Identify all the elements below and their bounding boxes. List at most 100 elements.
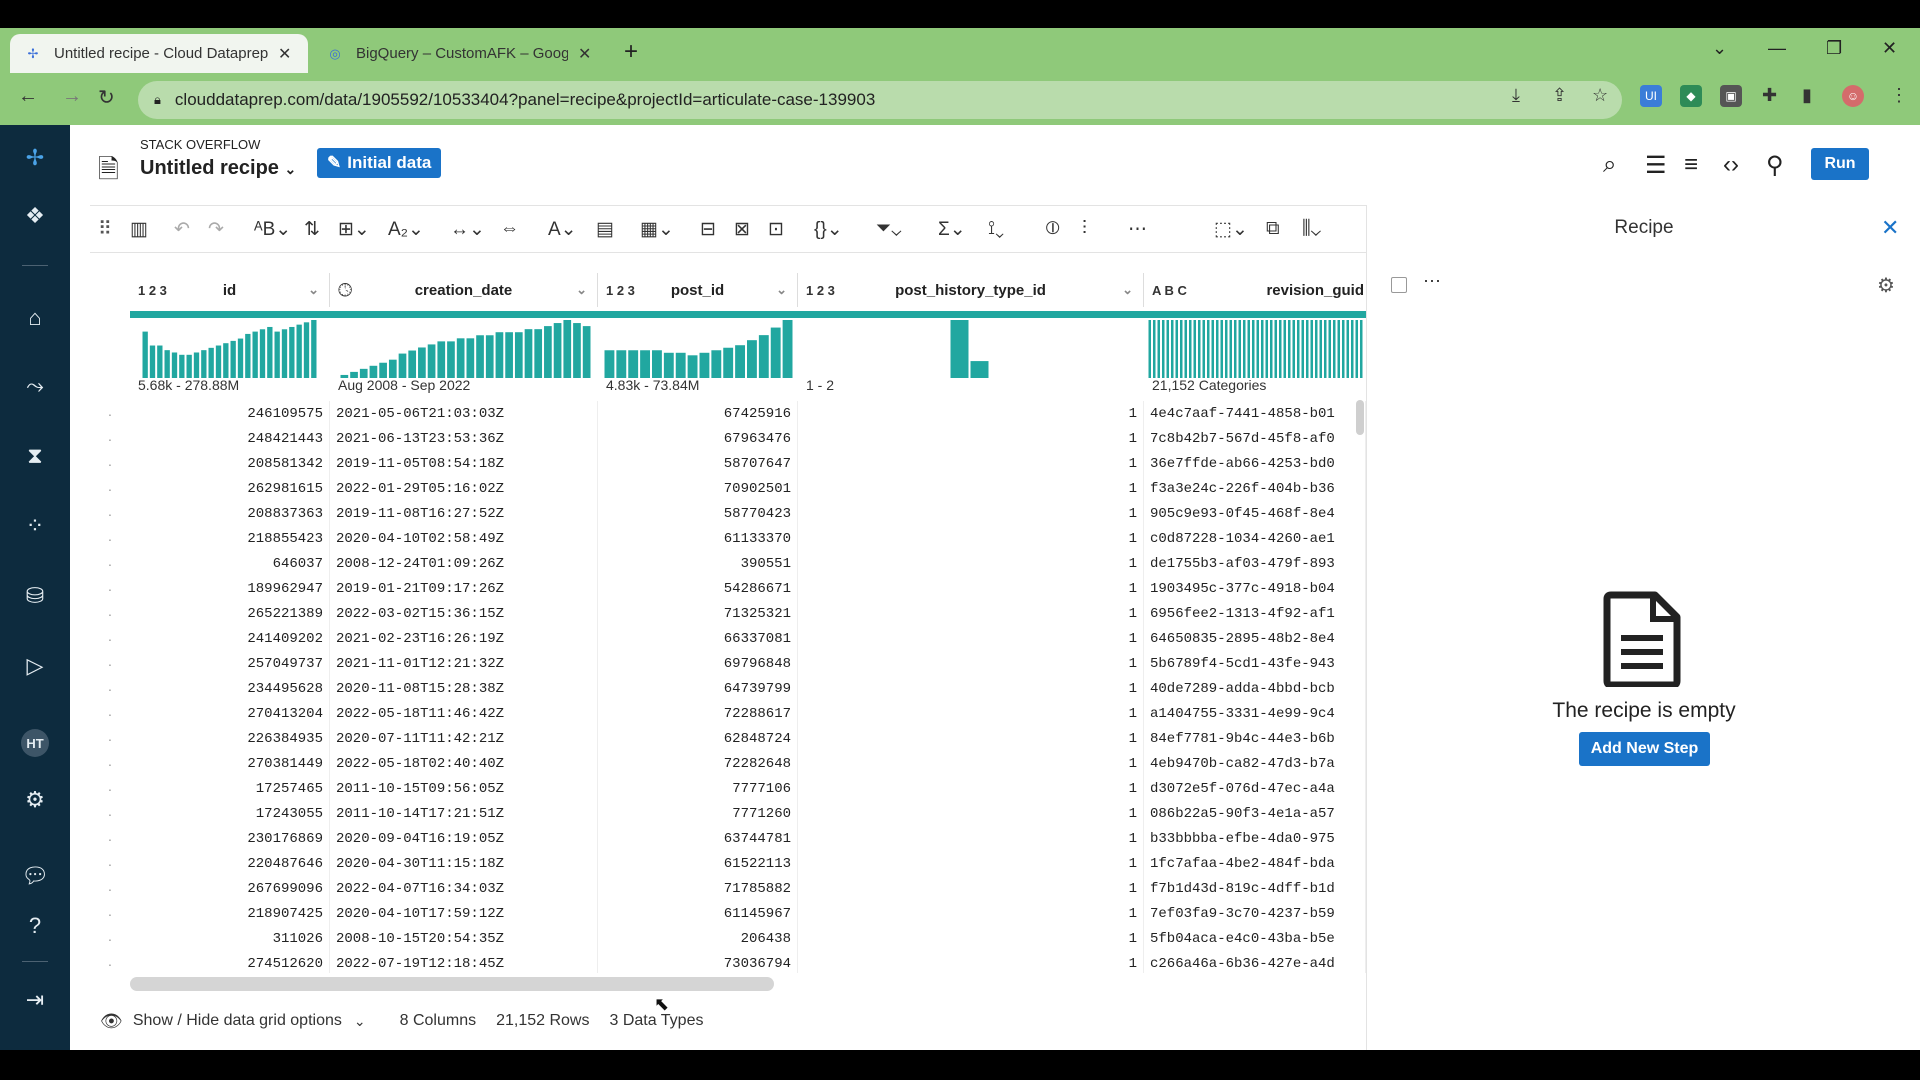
cell-revision-guid[interactable]: c0d87228-1034-4260-ae1 xyxy=(1144,526,1366,551)
tab-bigquery[interactable]: ◎ BigQuery – CustomAFK – Google Cloud ✕ xyxy=(312,34,608,73)
cell-revision-guid[interactable]: 7ef03fa9-3c70-4237-b59 xyxy=(1144,901,1366,926)
chevron-down-icon[interactable]: ⌄ xyxy=(354,1013,366,1030)
column-menu-chevron-icon[interactable]: ⌄ xyxy=(308,282,319,298)
histogram-bar[interactable] xyxy=(616,350,627,378)
sort-icon[interactable]: ⇅ xyxy=(304,218,320,241)
lookup-icon[interactable]: ⧉ xyxy=(1266,218,1280,240)
change-type-icon[interactable]: ᴬB⌄ xyxy=(254,218,291,241)
cell-post-id[interactable]: 71785882 xyxy=(598,876,798,901)
histogram-bar[interactable] xyxy=(1243,320,1246,378)
histogram-bar[interactable] xyxy=(1333,320,1336,378)
table-row[interactable]: · 208581342 2019-11-05T08:54:18Z 58707647 1 3… xyxy=(90,451,1366,476)
histogram-bar[interactable] xyxy=(1324,320,1327,378)
cell-revision-guid[interactable]: 5b6789f4-5cd1-43fe-943 xyxy=(1144,651,1366,676)
histogram-bar[interactable] xyxy=(505,332,513,378)
dataprep-brand-icon[interactable]: ❖ xyxy=(20,201,50,231)
cell-revision-guid[interactable]: f3a3e24c-226f-404b-b36 xyxy=(1144,476,1366,501)
eye-icon[interactable]: 👁︎ xyxy=(100,1011,123,1032)
histogram-bar[interactable] xyxy=(230,340,236,378)
table-row[interactable]: · 17257465 2011-10-15T09:56:05Z 7777106 1 d30… xyxy=(90,776,1366,801)
column-menu-chevron-icon[interactable]: ⌄ xyxy=(1122,282,1133,298)
table-row[interactable]: · 17243055 2011-10-14T17:21:51Z 7771260 1 086… xyxy=(90,801,1366,826)
histogram-bar[interactable] xyxy=(157,345,163,378)
cell-id[interactable]: 270381449 xyxy=(130,751,330,776)
cell-id[interactable]: 234495628 xyxy=(130,676,330,701)
histogram-bar[interactable] xyxy=(1180,320,1183,378)
histogram-bar[interactable] xyxy=(1328,320,1332,378)
histogram-bar[interactable] xyxy=(1270,320,1273,378)
cell-post-history-type-id[interactable]: 1 xyxy=(798,876,1144,901)
histogram-bar[interactable] xyxy=(723,347,734,378)
cell-post-id[interactable]: 62848724 xyxy=(598,726,798,751)
font-icon[interactable]: A⌄ xyxy=(548,218,577,241)
histogram-bar[interactable] xyxy=(1360,320,1363,378)
table-row[interactable]: · 270413204 2022-05-18T11:46:42Z 72288617 1 a… xyxy=(90,701,1366,726)
histogram-bar[interactable] xyxy=(524,329,533,378)
database-icon[interactable]: ⛁ xyxy=(20,581,50,611)
cell-post-id[interactable]: 73036794 xyxy=(598,951,798,973)
cell-creation-date[interactable]: 2022-03-02T15:36:15Z xyxy=(330,601,598,626)
histogram-bar[interactable] xyxy=(582,326,591,378)
recipe-name[interactable]: Untitled recipe ⌄ xyxy=(140,157,296,180)
cell-post-id[interactable]: 54286671 xyxy=(598,576,798,601)
cell-id[interactable]: 262981615 xyxy=(130,476,330,501)
tab-close-icon[interactable]: ✕ xyxy=(578,44,591,64)
table-row[interactable]: · 241409202 2021-02-23T16:26:19Z 66337081 1 6… xyxy=(90,626,1366,651)
cell-post-history-type-id[interactable]: 1 xyxy=(798,676,1144,701)
browser-menu-icon[interactable]: ⋮ xyxy=(1890,85,1908,106)
table-row[interactable]: · 246109575 2021-05-06T21:03:03Z 67425916 1 4… xyxy=(90,401,1366,426)
cell-post-id[interactable]: 72288617 xyxy=(598,701,798,726)
cell-post-id[interactable]: 58707647 xyxy=(598,451,798,476)
histogram-bar[interactable] xyxy=(1220,320,1224,378)
minimize-icon[interactable]: — xyxy=(1768,38,1786,59)
plans-icon[interactable]: ⧗ xyxy=(20,441,50,471)
histogram-bar[interactable] xyxy=(418,347,426,378)
integer-type-icon[interactable]: 1 2 3 xyxy=(606,283,635,298)
histogram-bar[interactable] xyxy=(476,335,484,378)
cell-revision-guid[interactable]: c266a46a-6b36-427e-a4d xyxy=(1144,951,1366,973)
add-new-step-button[interactable]: Add New Step xyxy=(1579,732,1710,766)
reload-icon[interactable]: ↻ xyxy=(98,85,115,110)
histogram-bar[interactable] xyxy=(495,332,504,378)
histogram-bar[interactable] xyxy=(311,320,317,378)
integer-type-icon[interactable]: 1 2 3 xyxy=(806,283,835,298)
library-grid-icon[interactable]: ⁘ xyxy=(20,511,50,541)
histogram-bar[interactable] xyxy=(1342,320,1345,378)
cell-post-history-type-id[interactable]: 1 xyxy=(798,501,1144,526)
table-row[interactable]: · 218855423 2020-04-10T02:58:49Z 61133370 1 c… xyxy=(90,526,1366,551)
histogram-bar[interactable] xyxy=(149,345,156,378)
histogram-bar[interactable] xyxy=(259,329,266,378)
cell-id[interactable]: 267699096 xyxy=(130,876,330,901)
histogram-bar[interactable] xyxy=(1355,320,1359,378)
table-row[interactable]: · 262981615 2022-01-29T05:16:02Z 70902501 1 f… xyxy=(90,476,1366,501)
cell-post-history-type-id[interactable]: 1 xyxy=(798,726,1144,751)
jobs-play-icon[interactable]: ▷ xyxy=(20,651,50,681)
histogram-bar[interactable] xyxy=(1265,320,1269,378)
table-row[interactable]: · 226384935 2020-07-11T11:42:21Z 62848724 1 8… xyxy=(90,726,1366,751)
histogram-creation-date[interactable] xyxy=(340,318,592,378)
restore-icon[interactable]: ❐ xyxy=(1826,38,1842,59)
cell-post-id[interactable]: 61522113 xyxy=(598,851,798,876)
cell-post-id[interactable]: 63744781 xyxy=(598,826,798,851)
histogram-bar[interactable] xyxy=(1157,320,1161,378)
cell-post-history-type-id[interactable]: 1 xyxy=(798,576,1144,601)
histogram-id[interactable] xyxy=(142,318,318,378)
cell-creation-date[interactable]: 2021-02-23T16:26:19Z xyxy=(330,626,598,651)
cell-id[interactable]: 248421443 xyxy=(130,426,330,451)
histogram-bar[interactable] xyxy=(1202,320,1206,378)
search-icon[interactable]: ⌕ xyxy=(1603,151,1616,179)
histogram-bar[interactable] xyxy=(514,332,523,378)
table-row[interactable]: · 248421443 2021-06-13T23:53:36Z 67963476 1 7… xyxy=(90,426,1366,451)
cell-post-history-type-id[interactable]: 1 xyxy=(798,601,1144,626)
restructure-icon[interactable]: ▦⌄ xyxy=(640,218,674,241)
histogram-bar[interactable] xyxy=(1297,320,1300,378)
histogram-bar[interactable] xyxy=(1229,320,1233,378)
cell-revision-guid[interactable]: 40de7289-adda-4bbd-bcb xyxy=(1144,676,1366,701)
histogram-bar[interactable] xyxy=(747,340,757,378)
column-header-post-history-type-id[interactable]: 1 2 3 post_history_type_id ⌄ xyxy=(798,273,1144,307)
table-row[interactable]: · 274512620 2022-07-19T12:18:45Z 73036794 1 c… xyxy=(90,951,1366,973)
table-row[interactable]: · 189962947 2019-01-21T09:17:26Z 54286671 1 1… xyxy=(90,576,1366,601)
more-tools-icon[interactable]: ⋯ xyxy=(1128,218,1147,241)
cell-revision-guid[interactable]: 4eb9470b-ca82-47d3-b7a xyxy=(1144,751,1366,776)
histogram-bar[interactable] xyxy=(711,350,722,378)
